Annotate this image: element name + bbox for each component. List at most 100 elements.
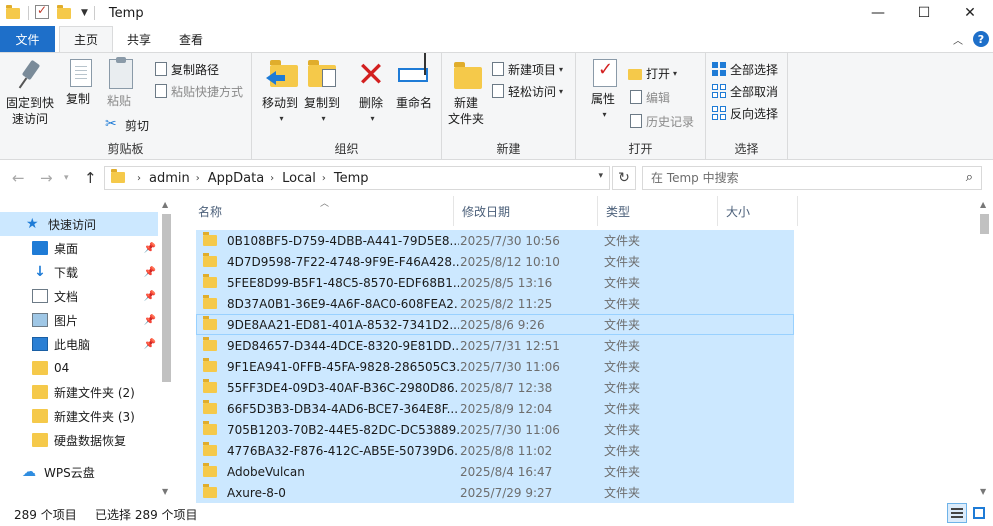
select-none-button[interactable]: 全部取消 [712,81,778,101]
back-arrow-icon[interactable]: ← [12,169,25,187]
search-icon[interactable]: ⌕ [966,170,973,185]
copy-to-button[interactable]: 复制到 ▾ [302,59,342,127]
tab-view[interactable]: 查看 [165,26,217,52]
forward-arrow-icon[interactable]: → [40,169,53,187]
column-modified-label: 修改日期 [462,204,511,219]
breadcrumb-chevron-icon[interactable]: › [137,173,141,184]
copy-button[interactable]: 复制 [62,59,94,107]
pin-icon[interactable]: 📌 [144,243,156,254]
breadcrumb-chevron-icon[interactable]: › [196,173,200,184]
address-history-chevron-icon[interactable]: ▾ [598,171,603,181]
column-header-modified[interactable]: 修改日期 [454,196,598,226]
tab-share[interactable]: 共享 [113,26,165,52]
pin-icon[interactable]: 📌 [144,291,156,302]
nav-item-folder-04[interactable]: 04 [0,356,162,380]
recent-locations-chevron-icon[interactable]: ▾ [64,173,69,183]
properties-check-icon[interactable] [35,3,51,21]
file-list-scrollbar[interactable]: ▲ ▼ [976,196,993,500]
file-row[interactable]: 9ED84657-D344-4DCE-8320-9E81DD... 2025/7/… [196,335,794,356]
pin-icon[interactable]: 📌 [144,267,156,278]
nav-item-desktop[interactable]: 桌面 📌 [0,236,162,260]
nav-item-documents[interactable]: 文档 📌 [0,284,162,308]
column-header-size[interactable]: 大小 [718,196,798,226]
open-button[interactable]: 打开 ▾ [628,63,677,83]
new-folder-button[interactable]: 新建 文件夹 [446,59,486,127]
select-all-button[interactable]: 全部选择 [712,59,778,79]
column-header-name[interactable]: 名称 ︿ [190,196,454,226]
scroll-thumb[interactable] [980,214,989,234]
nav-pane-scrollbar[interactable]: ▲ ▼ [158,196,175,500]
nav-item-quick-access[interactable]: ★ 快速访问 [0,212,162,236]
refresh-button[interactable]: ↻ [612,166,636,190]
file-row[interactable]: 4776BA32-F876-412C-AB5E-50739D6... 2025/8… [196,440,794,461]
sort-ascending-chevron-icon: ︿ [320,199,330,209]
invert-selection-icon [712,106,726,120]
new-item-button[interactable]: 新建项目 ▾ [490,59,563,79]
nav-item-new-folder-3[interactable]: 新建文件夹 (3) [0,404,162,428]
maximize-button[interactable]: ☐ [901,0,947,26]
paste-shortcut-button[interactable]: 粘贴快捷方式 [153,81,243,101]
nav-item-downloads[interactable]: ↓ 下载 📌 [0,260,162,284]
pin-to-quick-access-button[interactable]: 固定到快 速访问 [6,59,54,127]
file-row[interactable]: AdobeVulcan 2025/8/4 16:47 文件夹 [196,461,794,482]
customize-toolbar-chevron-icon[interactable]: ▼ [81,8,88,18]
invert-selection-button[interactable]: 反向选择 [712,103,778,123]
large-icons-view-button[interactable] [969,503,989,523]
nav-item-wps-cloud[interactable]: ☁ WPS云盘 [0,460,162,484]
collapse-ribbon-chevron-icon[interactable]: ︿ [953,32,963,47]
cut-button[interactable]: ✂ 剪切 [105,115,149,135]
file-row-focused[interactable]: 9DE8AA21-ED81-401A-8532-7341D2... 2025/8/… [196,314,794,335]
scroll-thumb[interactable] [162,214,171,382]
details-view-button[interactable] [947,503,967,523]
close-button[interactable]: ✕ [947,0,993,26]
nav-item-new-folder-2[interactable]: 新建文件夹 (2) [0,380,162,404]
file-row[interactable]: 4D7D9598-7F22-4748-9F9E-F46A428... 2025/8… [196,251,794,272]
breadcrumb-chevron-icon[interactable]: › [270,173,274,184]
new-folder-quick-icon[interactable] [57,5,73,21]
scroll-down-chevron-icon[interactable]: ▼ [162,487,168,496]
search-box[interactable]: ⌕ [642,166,982,190]
tab-file[interactable]: 文件 [0,26,55,52]
edit-button[interactable]: 编辑 [628,87,670,107]
address-bar[interactable]: › admin › AppData › Local › Temp ▾ [104,166,610,190]
delete-button[interactable]: ✕ 删除 ▾ [354,58,388,127]
pin-icon[interactable]: 📌 [144,315,156,326]
file-row[interactable]: 0B108BF5-D759-4DBB-A441-79D5E8... 2025/7/… [196,230,794,251]
copy-path-button[interactable]: 复制路径 [153,59,219,79]
tab-home[interactable]: 主页 [59,26,114,52]
properties-button[interactable]: 属性 ▾ [586,59,620,123]
file-row[interactable]: 9F1EA941-0FFB-45FA-9828-286505C3... 2025/… [196,356,794,377]
rename-button[interactable]: 重命名 [392,59,436,111]
history-button[interactable]: 历史记录 [628,111,694,131]
file-row[interactable]: 66F5D3B3-DB34-4AD6-BCE7-364E8F... 2025/8/… [196,398,794,419]
pin-icon[interactable]: 📌 [144,339,156,350]
nav-item-this-pc[interactable]: 此电脑 📌 [0,332,162,356]
scroll-up-chevron-icon[interactable]: ▲ [980,200,986,209]
nav-item-label: 硬盘数据恢复 [54,433,127,448]
breadcrumb-admin[interactable]: admin [149,171,190,186]
column-size-label: 大小 [726,204,751,219]
picture-icon [32,313,48,327]
file-row[interactable]: 705B1203-70B2-44E5-82DC-DC53889... 2025/7… [196,419,794,440]
easy-access-button[interactable]: 轻松访问 ▾ [490,81,563,101]
search-input[interactable] [651,171,951,185]
file-row[interactable]: 55FF3DE4-09D3-40AF-B36C-2980D86... 2025/8… [196,377,794,398]
help-icon[interactable]: ? [973,31,989,47]
paste-button[interactable]: 粘贴 [103,57,135,109]
nav-item-pictures[interactable]: 图片 📌 [0,308,162,332]
scroll-down-chevron-icon[interactable]: ▼ [980,487,986,496]
breadcrumb-temp[interactable]: Temp [334,171,369,186]
move-to-button[interactable]: 移动到 ▾ [260,59,300,127]
column-type-label: 类型 [606,204,631,219]
breadcrumb-chevron-icon[interactable]: › [322,173,326,184]
file-row[interactable]: 5FEE8D99-B5F1-48C5-8570-EDF68B1... 2025/8… [196,272,794,293]
scroll-up-chevron-icon[interactable]: ▲ [162,200,168,209]
file-name: 9ED84657-D344-4DCE-8320-9E81DD... [227,338,459,353]
file-row[interactable]: 8D37A0B1-36E9-4A6F-8AC0-608FEA2... 2025/8… [196,293,794,314]
column-header-type[interactable]: 类型 [598,196,718,226]
minimize-button[interactable]: — [855,0,901,26]
breadcrumb-local[interactable]: Local [282,171,316,186]
nav-item-disk-recovery[interactable]: 硬盘数据恢复 [0,428,162,452]
up-arrow-icon[interactable]: ↑ [84,169,97,187]
breadcrumb-appdata[interactable]: AppData [208,171,264,186]
